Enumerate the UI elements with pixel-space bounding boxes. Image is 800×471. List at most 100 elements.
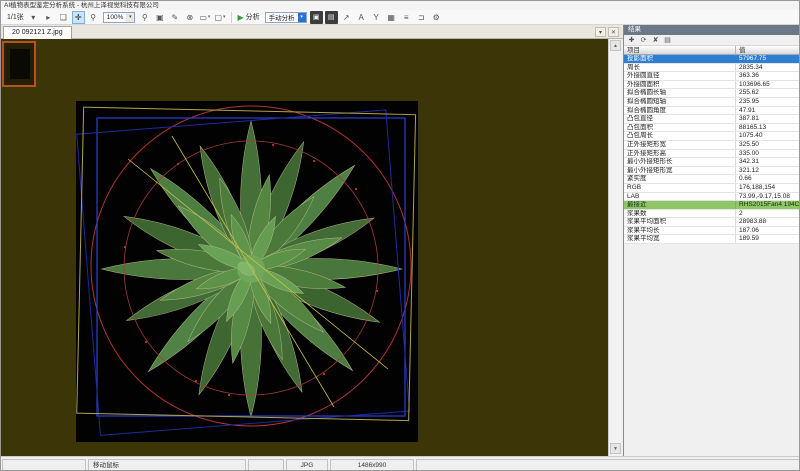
row-value: 321.12 [736,167,800,175]
table-row[interactable]: 最小外接矩形宽321.12 [624,167,800,176]
application-window: AI植物表型鉴定分析系统 - 杭州上泽视觉科技有限公司 1/1张▾▸❏✛⚲100… [0,0,800,471]
shape-tool-icon[interactable]: ▭▾ [198,11,211,24]
table-row[interactable]: 拟合椭圆长轴255.62 [624,89,800,98]
tab-close-icon[interactable]: ✕ [608,27,619,37]
table-row[interactable]: 凸包周长1075.40 [624,132,800,141]
results-panel-title: 结果 [624,25,800,35]
fit-image-icon[interactable]: ▣ [153,11,166,24]
zoom-tool-icon[interactable]: ⚲ [87,11,100,24]
table-row[interactable]: LAB73.99,-9.17,15.08 [624,193,800,202]
refresh-results-icon[interactable]: ⟳ [638,35,649,45]
export-results-icon[interactable]: ▤ [662,35,673,45]
table-row[interactable]: RGB176,188,154 [624,184,800,193]
table-row[interactable]: 最接近RHS2015Fan4 194C Yellow-Green [624,201,800,210]
table-row[interactable]: 凸包面积88165.13 [624,124,800,133]
result-image-icon[interactable]: ▣ [310,11,323,24]
tab-image-file[interactable]: 20 092121 Z.jpg [3,26,72,39]
navigator-thumbnail[interactable] [2,41,36,87]
row-value: 342.31 [736,158,800,166]
table-row[interactable]: 浆果平均面积28983.88 [624,218,800,227]
page-indicator: 1/1张 [7,12,24,22]
export-window-icon[interactable]: ⊐ [415,11,428,24]
results-table-header: 项目 值 [624,46,800,55]
zoom-in-icon[interactable]: ⚲ [138,11,151,24]
rect-tool-icon[interactable]: ▢▾ [213,11,226,24]
row-label: 浆果数 [624,210,736,218]
table-row[interactable]: 外接圆直径363.36 [624,72,800,81]
pan-tool-icon[interactable]: ✛ [72,11,85,24]
shape-tool-icon-dropdown[interactable]: ▾ [208,14,211,20]
row-value: 325.50 [736,141,800,149]
row-value: 387.81 [736,115,800,123]
page-list-dropdown-icon[interactable]: ▾ [27,11,40,24]
tab-list-dropdown-icon[interactable]: ▾ [595,27,606,37]
analysis-mode-select-dropdown-icon[interactable]: ▾ [298,13,306,22]
row-value: 88165.13 [736,124,800,132]
clear-results-icon[interactable]: ✘ [650,35,661,45]
table-row[interactable]: 外接圆面积103696.65 [624,81,800,90]
settings-gear-icon[interactable]: ⚙ [430,11,443,24]
copy-image-icon[interactable]: ❏ [57,11,70,24]
row-value: 0.66 [736,175,800,183]
row-label: 正外接矩形高 [624,150,736,158]
table-row[interactable]: 正外接矩形高335.00 [624,150,800,159]
row-label: 拟合椭圆长轴 [624,89,736,97]
table-row[interactable]: 浆果平均长187.06 [624,227,800,236]
table-row[interactable]: 紧实度0.66 [624,175,800,184]
row-label: 拟合椭圆短轴 [624,98,736,106]
canvas-vertical-scrollbar[interactable]: ▲ ▼ [608,39,621,456]
row-label: LAB [624,193,736,201]
row-label: RGB [624,184,736,192]
grid-view-icon[interactable]: ▦ [385,11,398,24]
table-row[interactable]: 最小外接矩形长342.31 [624,158,800,167]
table-row[interactable]: 拟合椭圆短轴235.95 [624,98,800,107]
row-value: 103696.65 [736,81,800,89]
table-row[interactable]: 正外接矩形宽325.50 [624,141,800,150]
table-row[interactable]: 拟合椭圆角度47.91 [624,107,800,116]
zoom-level-select-dropdown-icon[interactable]: ▾ [126,13,134,22]
row-label: 最小外接矩形宽 [624,167,736,175]
chart-icon[interactable]: ↗ [340,11,353,24]
analyze-button-label: 分析 [246,12,260,22]
tab-strip: 20 092121 Z.jpg ▾ ✕ [1,25,623,39]
edit-mask-icon[interactable]: ✎ [168,11,181,24]
table-row[interactable]: 浆果平均宽189.59 [624,235,800,244]
list-view-icon[interactable]: ≡ [400,11,413,24]
row-label: 投影面积 [624,55,736,63]
table-row[interactable]: 凸包直径387.81 [624,115,800,124]
status-file-format: JPG [286,459,328,471]
row-label: 浆果平均宽 [624,235,736,243]
table-row[interactable]: 投影面积57967.75 [624,55,800,64]
excel-export-icon[interactable]: ▤ [325,11,338,24]
row-value: 255.62 [736,89,800,97]
row-label: 紧实度 [624,175,736,183]
status-hint: 移动鼠标 [88,459,246,471]
row-value: 235.95 [736,98,800,106]
row-label: 凸包面积 [624,124,736,132]
font-icon[interactable]: A [355,11,368,24]
y-axis-icon[interactable]: Y [370,11,383,24]
scroll-down-icon[interactable]: ▼ [610,443,621,454]
analysis-mode-select[interactable]: 手动分析▾ [265,12,307,23]
next-image-icon[interactable]: ▸ [42,11,55,24]
row-label: 外接圆面积 [624,81,736,89]
image-canvas[interactable] [1,39,608,456]
row-label: 最小外接矩形长 [624,158,736,166]
rect-tool-icon-dropdown[interactable]: ▾ [223,14,226,20]
row-label: 拟合椭圆角度 [624,107,736,115]
status-empty-cell [2,459,86,471]
scroll-up-icon[interactable]: ▲ [610,40,621,51]
window-title: AI植物表型鉴定分析系统 - 杭州上泽视觉科技有限公司 [1,1,800,10]
main-toolbar: 1/1张▾▸❏✛⚲100%▾⚲▣✎⊗▭▾▢▾▶分析手动分析▾▣▤↗AY▦≡⊐⚙ [1,10,800,25]
analyze-button[interactable]: ▶分析 [238,12,260,22]
play-icon: ▶ [238,13,244,22]
add-result-icon[interactable]: ✚ [626,35,637,45]
row-value: 363.36 [736,72,800,80]
analyzed-image[interactable] [76,101,418,442]
row-value: 57967.75 [736,55,800,63]
exclude-region-icon[interactable]: ⊗ [183,11,196,24]
zoom-level-select[interactable]: 100%▾ [103,12,136,23]
table-row[interactable]: 浆果数2 [624,210,800,219]
row-value: 73.99,-9.17,15.08 [736,193,800,201]
table-row[interactable]: 周长2835.34 [624,64,800,73]
